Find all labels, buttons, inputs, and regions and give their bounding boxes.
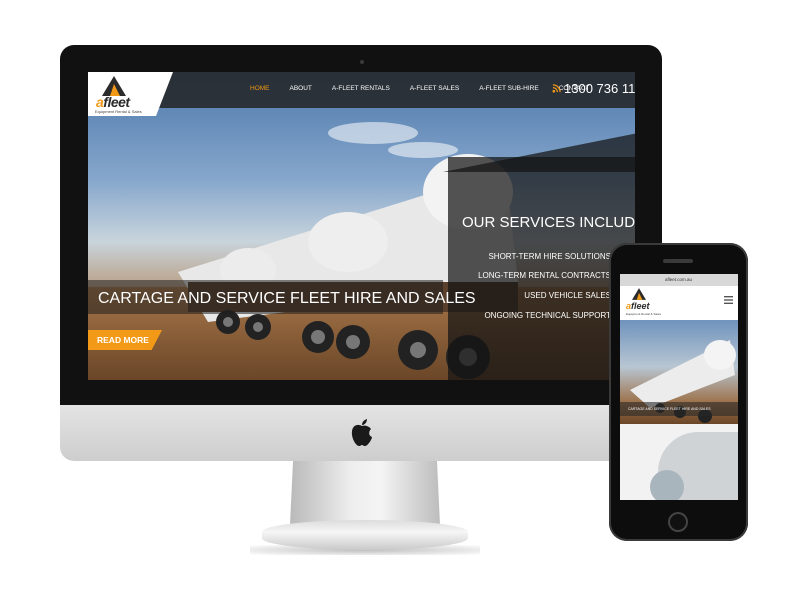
logo-mark-icon xyxy=(102,76,126,96)
nav-rentals[interactable]: A-FLEET RENTALS xyxy=(332,85,390,92)
mobile-screen: afleet.com.au afleet Equipment Rental & … xyxy=(620,274,738,500)
mobile-logo-tagline: Equipment Rental & Sales xyxy=(626,312,662,316)
nav-sales[interactable]: A-FLEET SALES xyxy=(410,85,459,92)
service-item[interactable]: LONG-TERM RENTAL CONTRACTS xyxy=(478,271,611,280)
mobile-url: afleet.com.au xyxy=(665,277,693,282)
logo-tagline: Equipment Rental & Sales xyxy=(95,109,142,114)
services-panel xyxy=(448,157,635,380)
nav-home[interactable]: HOME xyxy=(250,85,270,92)
services-heading: OUR SERVICES INCLUDE : xyxy=(462,214,635,231)
mobile-hero-caption: CARTAGE AND SERVICE FLEET HIRE AND SALES xyxy=(628,407,711,411)
imac-stand xyxy=(290,461,440,525)
service-item[interactable]: ONGOING TECHNICAL SUPPORT xyxy=(484,311,611,320)
phone-number: 1300 736 113 xyxy=(564,81,635,96)
hamburger-menu-icon[interactable] xyxy=(724,296,733,304)
camera-icon xyxy=(360,60,364,64)
nav-sub-hire[interactable]: A-FLEET SUB-HIRE xyxy=(479,85,538,92)
mobile-truck-thumbnail xyxy=(650,470,684,500)
apple-icon xyxy=(351,419,372,446)
service-item[interactable]: SHORT-TERM HIRE SOLUTIONS xyxy=(488,252,611,261)
hero-title: CARTAGE AND SERVICE FLEET HIRE AND SALES xyxy=(98,290,476,307)
service-item[interactable]: USED VEHICLE SALES xyxy=(524,291,611,300)
nav-about[interactable]: ABOUT xyxy=(290,85,312,92)
logo-mark-icon xyxy=(632,288,646,300)
phone-contact[interactable]: 1300 736 113 xyxy=(552,81,635,96)
logo-wordmark: afleet xyxy=(96,94,130,110)
mobile-logo-wordmark: afleet xyxy=(626,301,650,311)
phone-signal-icon xyxy=(552,84,561,93)
home-button[interactable] xyxy=(668,512,688,532)
phone-speaker xyxy=(663,259,693,263)
read-more-label[interactable]: READ MORE xyxy=(97,335,149,345)
imac-stand-base xyxy=(262,520,468,550)
desktop-screen: afleet Equipment Rental & Sales HOME ABO… xyxy=(88,72,635,380)
